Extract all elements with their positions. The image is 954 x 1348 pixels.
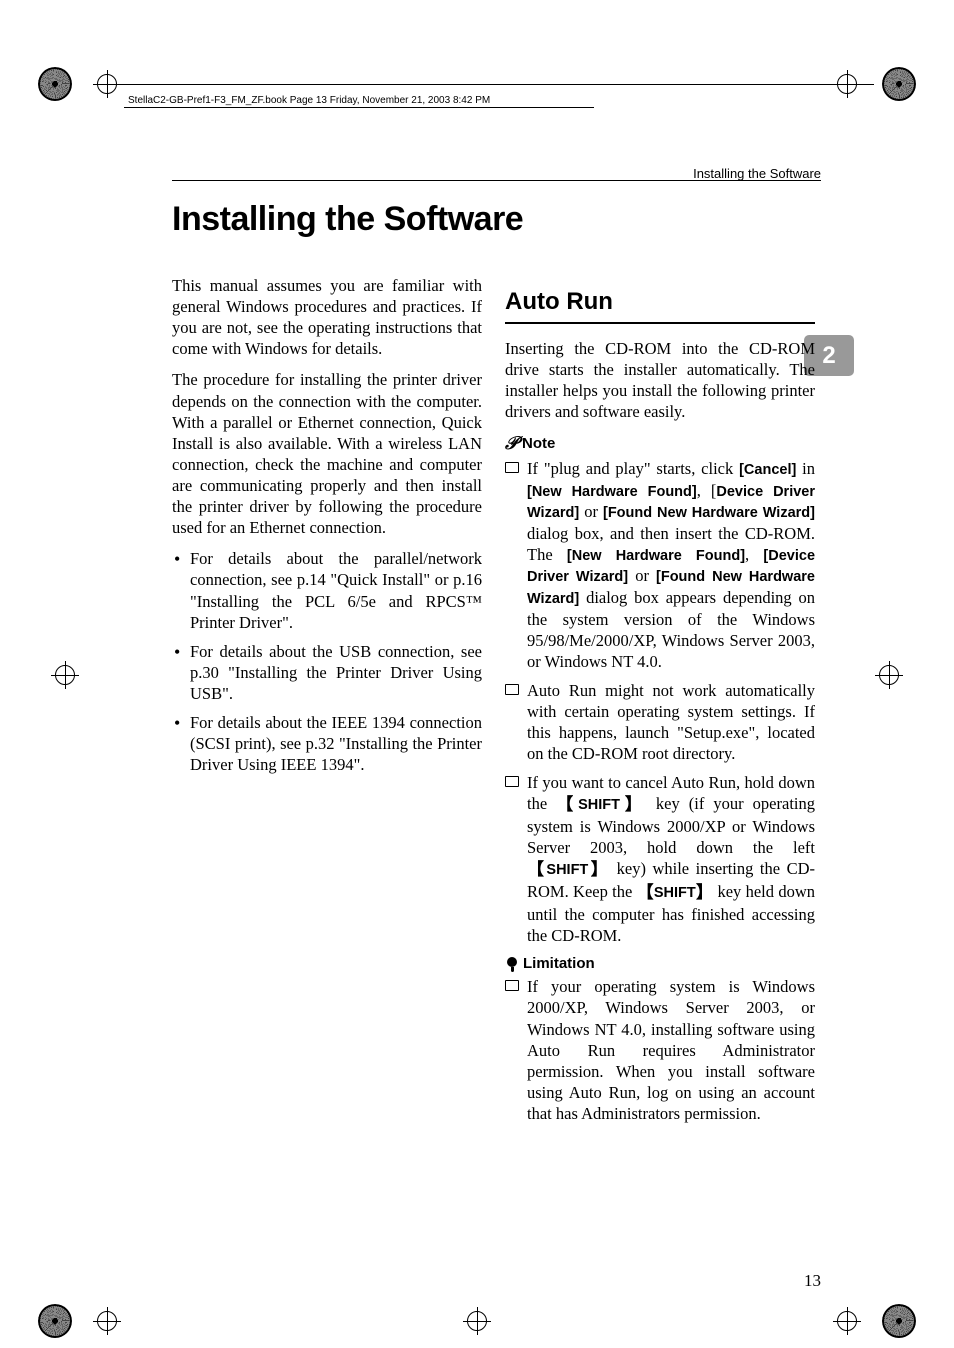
print-registration-mark: [38, 67, 72, 101]
crop-line: [114, 84, 874, 85]
autorun-intro: Inserting the CD-ROM into the CD-ROM dri…: [505, 338, 815, 422]
print-registration-mark: [882, 1304, 916, 1338]
right-column: Auto Run Inserting the CD-ROM into the C…: [505, 275, 815, 1132]
limitation-item-1: If your operating system is Windows 2000…: [505, 976, 815, 1124]
print-registration-mark: [882, 67, 916, 101]
list-item: For details about the parallel/network c…: [172, 548, 482, 632]
key-shift: SHIFT: [654, 885, 696, 901]
key-shift: SHIFT: [578, 797, 620, 813]
limitation-label: Limitation: [523, 954, 595, 973]
ui-cancel: [Cancel]: [739, 462, 796, 478]
crop-line: [124, 107, 594, 108]
book-header-meta: StellaC2-GB-Pref1-F3_FM_ZF.book Page 13 …: [128, 95, 490, 106]
note-list: If "plug and play" starts, click [Cancel…: [505, 458, 815, 946]
limitation-icon: [505, 957, 519, 971]
key-shift: SHIFT: [546, 862, 588, 878]
reference-list: For details about the parallel/network c…: [172, 548, 482, 775]
list-item: For details about the USB connection, se…: [172, 641, 482, 704]
left-column: This manual assumes you are familiar wit…: [172, 275, 482, 783]
crosshair-icon: [55, 665, 75, 685]
note-item-2: Auto Run might not work automatically wi…: [505, 680, 815, 764]
crosshair-icon: [879, 665, 899, 685]
section-heading-autorun: Auto Run: [505, 287, 815, 324]
ui-new-hardware-found-2: [New Hardware Found]: [567, 548, 745, 564]
print-registration-mark: [38, 1304, 72, 1338]
crosshair-icon: [97, 1311, 117, 1331]
page-number: 13: [804, 1271, 821, 1291]
header-rule: [172, 180, 821, 181]
note-label: Note: [522, 434, 555, 453]
note-item-1: If "plug and play" starts, click [Cancel…: [505, 458, 815, 672]
list-item: For details about the IEEE 1394 connecti…: [172, 712, 482, 775]
intro-paragraph-1: This manual assumes you are familiar wit…: [172, 275, 482, 359]
note-heading: 𝒫 Note: [505, 432, 815, 455]
crosshair-icon: [837, 1311, 857, 1331]
intro-paragraph-2: The procedure for installing the printer…: [172, 369, 482, 538]
crosshair-icon: [467, 1311, 487, 1331]
note-icon: 𝒫: [505, 432, 518, 455]
note-item-3: If you want to cancel Auto Run, hold dow…: [505, 772, 815, 946]
limitation-heading: Limitation: [505, 954, 815, 973]
ui-found-new-hardware-wizard: [Found New Hardware Wizard]: [603, 505, 815, 521]
ui-new-hardware-found: [New Hardware Found]: [527, 484, 697, 500]
limitation-list: If your operating system is Windows 2000…: [505, 976, 815, 1124]
running-header: Installing the Software: [693, 166, 821, 181]
page-title: Installing the Software: [172, 200, 523, 239]
